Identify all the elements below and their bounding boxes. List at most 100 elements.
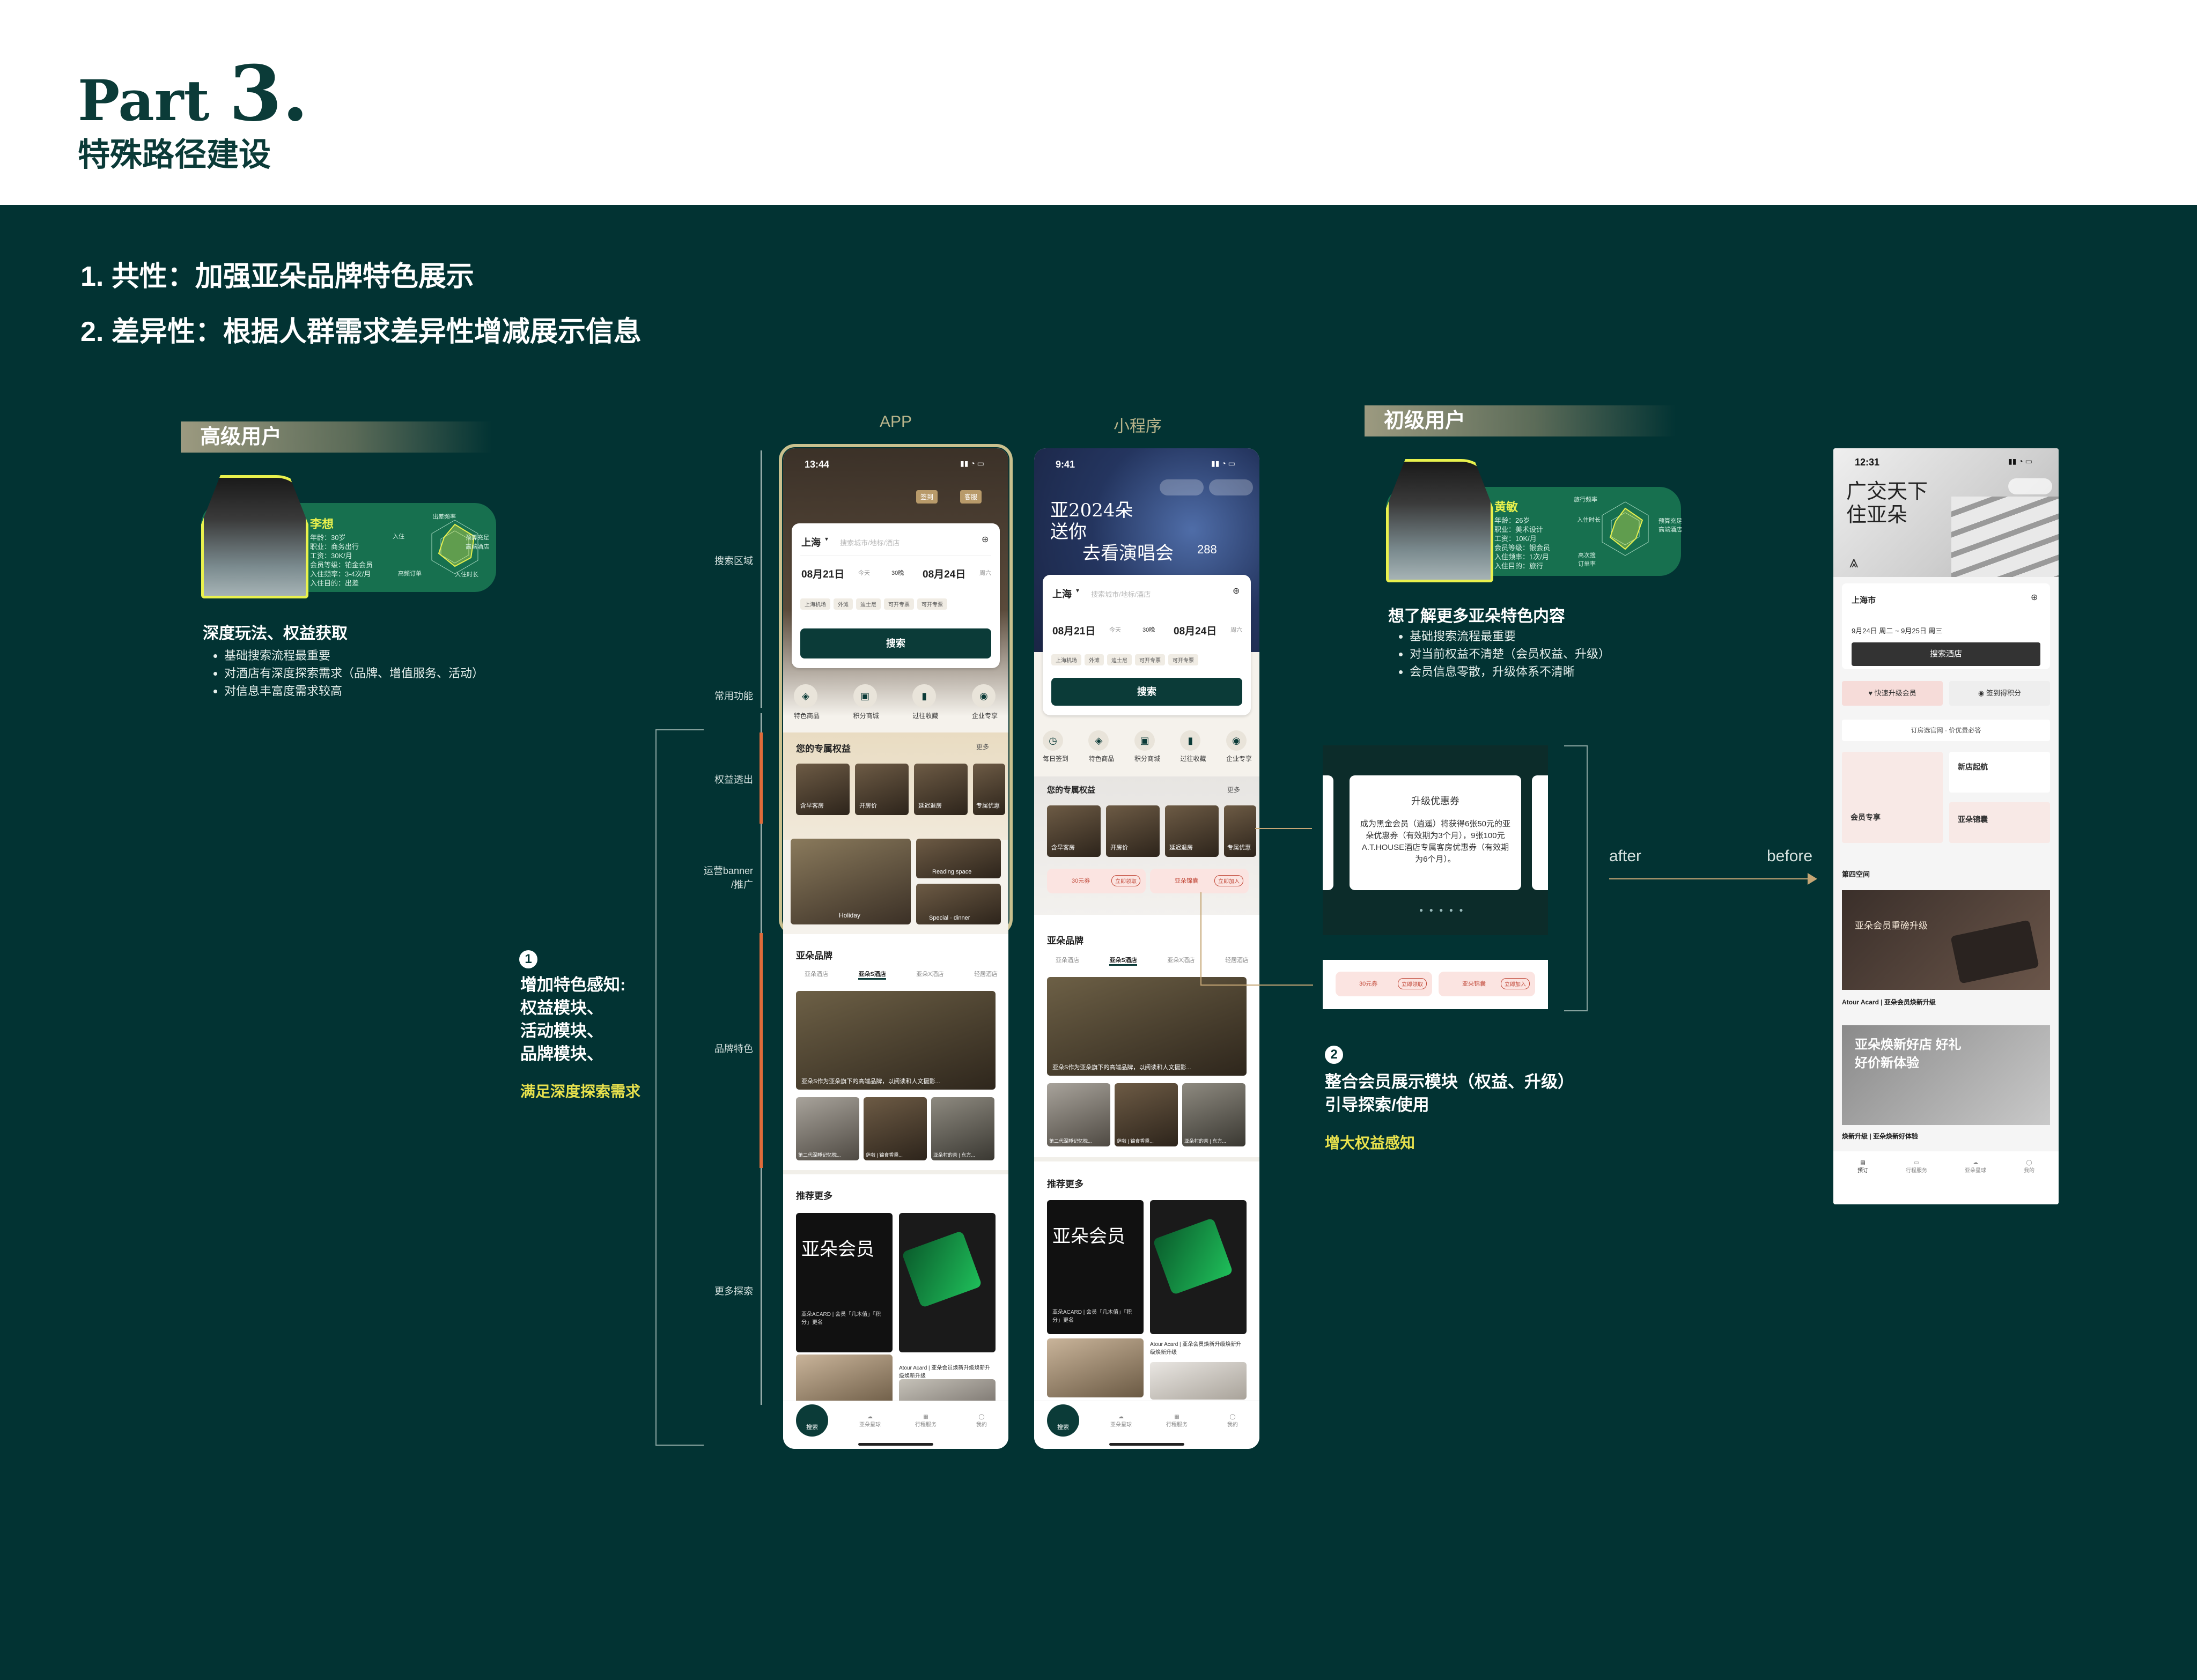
rights-item[interactable]: 专属优惠 (973, 764, 1005, 815)
store-renewal-banner[interactable]: 亚朵焕新好店 好礼好价新体验 (1842, 1025, 2050, 1125)
rights-more-link[interactable]: 更多 (976, 742, 989, 751)
nav-item[interactable]: ☁ 亚朵星球 (854, 1414, 886, 1428)
city-selector[interactable]: 上海 (1052, 587, 1072, 601)
chip[interactable]: 外滩 (834, 598, 853, 610)
rights-item[interactable]: 开房价 (1106, 805, 1160, 857)
search-button[interactable]: 搜索 (1051, 678, 1242, 706)
nav-item[interactable]: ☁ 亚朵星球 (1957, 1160, 1994, 1174)
brand-thumb[interactable]: 萨啦 | 锦食香熏... (864, 1097, 927, 1160)
brand-thumb[interactable]: 亚朵村的茶 | 东方... (931, 1097, 994, 1160)
rights-item[interactable]: 含早客房 (1047, 805, 1101, 857)
brand-thumb[interactable]: 第二代深睡记忆枕... (796, 1097, 859, 1160)
chip[interactable]: 上海机场 (800, 598, 830, 610)
more-image[interactable] (1150, 1362, 1247, 1400)
city-selector[interactable]: 上海 (801, 535, 821, 549)
chip[interactable]: 外滩 (1085, 654, 1104, 665)
quick-item[interactable]: ▣ 积分商城 (1134, 730, 1160, 763)
operation-banner-side[interactable]: Reading space (916, 839, 1001, 878)
location-icon[interactable]: ⊕ (2031, 592, 2038, 603)
nav-item[interactable]: ▦ 行程服务 (910, 1414, 942, 1428)
quick-item[interactable]: ◉ 企业专享 (1226, 730, 1252, 763)
brand-tab[interactable]: 亚朵酒店 (805, 969, 828, 980)
brand-tab[interactable]: 亚朵S酒店 (858, 969, 886, 980)
search-button[interactable]: 搜索 (800, 628, 991, 658)
brand-tab[interactable]: 亚朵S酒店 (1109, 956, 1137, 966)
more-item-card[interactable]: 亚朵会员 亚朵ACARD | 会员「几木值」「积分」更名 (796, 1213, 893, 1352)
brand-thumb[interactable]: 萨啦 | 锦食香熏... (1115, 1083, 1178, 1146)
brand-thumb[interactable]: 第二代深睡记忆枕... (1047, 1083, 1110, 1146)
rights-item[interactable]: 开房价 (855, 764, 909, 815)
quick-item[interactable]: ▣ 积分商城 (853, 684, 879, 720)
nav-search-tab[interactable]: 搜索 (796, 1404, 828, 1437)
location-icon[interactable]: ⊕ (1233, 586, 1240, 596)
date-range[interactable]: 9月24日 周二 ~ 9月25日 周三 (1852, 625, 1942, 635)
brand-tab[interactable]: 轻居酒店 (1225, 956, 1249, 966)
search-hotel-button[interactable]: 搜索酒店 (1852, 642, 2040, 666)
search-input[interactable]: 搜索城市/地标/酒店 (840, 537, 900, 547)
checkout-date[interactable]: 08月24日 (923, 566, 965, 581)
chip[interactable]: 可开专票 (917, 598, 947, 610)
quick-item[interactable]: ◈ 特色商品 (1088, 730, 1115, 763)
operation-banner-side[interactable]: Special · dinner (916, 884, 1001, 924)
rights-item[interactable]: 含早客房 (796, 764, 850, 815)
checkin-points-button[interactable]: ◉ 签到得积分 (1949, 681, 2050, 706)
service-capsule[interactable] (1160, 479, 1204, 495)
quick-item[interactable]: ▮ 过往收藏 (912, 684, 938, 720)
quick-item[interactable]: ◷ 每日签到 (1043, 730, 1068, 763)
nav-item[interactable]: ☁ 亚朵星球 (1105, 1414, 1137, 1428)
rights-item[interactable]: 延迟退房 (1165, 805, 1219, 857)
chip[interactable]: 可开专票 (884, 598, 914, 610)
brand-feature-image[interactable]: 亚朵S作为亚朵旗下的高端品牌，以阅读和人文摄影... (796, 991, 996, 1090)
brand-thumb[interactable]: 亚朵村的茶 | 东方... (1182, 1083, 1245, 1146)
brand-tab[interactable]: 亚朵酒店 (1056, 956, 1079, 966)
more-item-card[interactable]: Atour Acard | 亚朵会员焕新升级焕新升级焕新升级 (899, 1213, 996, 1379)
more-item-card[interactable]: 亚朵会员 亚朵ACARD | 会员「几木值」「积分」更名 (1047, 1200, 1144, 1334)
upgrade-coupon-card[interactable]: 升级优惠券 成为黑金会员（逍遥）将获得6张50元的亚朵优惠券（有效期为3个月），… (1350, 775, 1521, 890)
coupon-card[interactable]: 亚朵锦囊 立即加入 (1439, 972, 1535, 996)
more-image[interactable] (1047, 1338, 1144, 1397)
quick-item[interactable]: ▮ 过往收藏 (1180, 730, 1206, 763)
upgrade-member-button[interactable]: ♥ 快速升级会员 (1842, 681, 1943, 706)
chip[interactable]: 可开专票 (1135, 654, 1165, 665)
brand-tab[interactable]: 亚朵X酒店 (1167, 956, 1195, 966)
rights-more-link[interactable]: 更多 (1227, 785, 1240, 794)
miniprogram-capsule[interactable] (2008, 478, 2052, 494)
brand-tab[interactable]: 亚朵X酒店 (916, 969, 943, 980)
brand-tab[interactable]: 轻居酒店 (974, 969, 998, 980)
checkin-date[interactable]: 08月21日 (1052, 623, 1095, 638)
checkin-button[interactable]: 签到 (916, 490, 938, 504)
search-input[interactable]: 搜索城市/地标/酒店 (1091, 589, 1151, 599)
coupon-card[interactable]: 亚朵锦囊 立即加入 (1150, 869, 1249, 893)
nav-item[interactable]: ◯ 我的 (965, 1414, 998, 1428)
nav-item[interactable]: ◯ 我的 (2010, 1160, 2048, 1174)
nav-item[interactable]: ▦ 行程服务 (1161, 1414, 1193, 1428)
rights-item[interactable]: 延迟退房 (914, 764, 968, 815)
new-store-card[interactable]: 新店起航 (1949, 752, 2050, 793)
more-image[interactable] (796, 1355, 893, 1408)
operation-banner-main[interactable]: Holiday (791, 839, 911, 924)
member-upgrade-banner[interactable]: 亚朵会员重磅升级 (1842, 890, 2050, 990)
member-exclusive-card[interactable]: 会员专享 (1842, 752, 1943, 843)
chip[interactable]: 上海机场 (1051, 654, 1081, 665)
location-icon[interactable]: ⊕ (982, 534, 989, 545)
nav-item[interactable]: ▤ 预订 (1844, 1160, 1882, 1174)
brand-feature-image[interactable]: 亚朵S作为亚朵旗下的高端品牌，以阅读和人文摄影... (1047, 977, 1247, 1076)
miniprogram-capsule[interactable] (1209, 479, 1253, 495)
nav-search-tab[interactable]: 搜索 (1047, 1404, 1079, 1437)
nav-item[interactable]: ◯ 我的 (1217, 1414, 1249, 1428)
quick-item[interactable]: ◈ 特色商品 (794, 684, 820, 720)
chip[interactable]: 迪士尼 (856, 598, 881, 610)
service-button[interactable]: 客服 (960, 490, 982, 504)
rights-item[interactable]: 专属优惠 (1224, 805, 1256, 857)
checkin-date[interactable]: 08月21日 (801, 566, 844, 581)
nav-item[interactable]: ▭ 行程服务 (1898, 1160, 1935, 1174)
more-item-card[interactable]: Atour Acard | 亚朵会员焕新升级焕新升级焕新升级 (1150, 1200, 1247, 1356)
coupon-card[interactable]: 30元券 立即领取 (1047, 869, 1146, 893)
city-selector[interactable]: 上海市 (1852, 594, 1876, 605)
quick-item[interactable]: ◉ 企业专享 (971, 684, 998, 720)
chip[interactable]: 迪士尼 (1107, 654, 1132, 665)
coupon-card[interactable]: 30元券 立即领取 (1336, 972, 1432, 996)
brocade-bag-card[interactable]: 亚朵锦囊 (1949, 802, 2050, 843)
chip[interactable]: 可开专票 (1168, 654, 1198, 665)
checkout-date[interactable]: 08月24日 (1174, 623, 1217, 638)
